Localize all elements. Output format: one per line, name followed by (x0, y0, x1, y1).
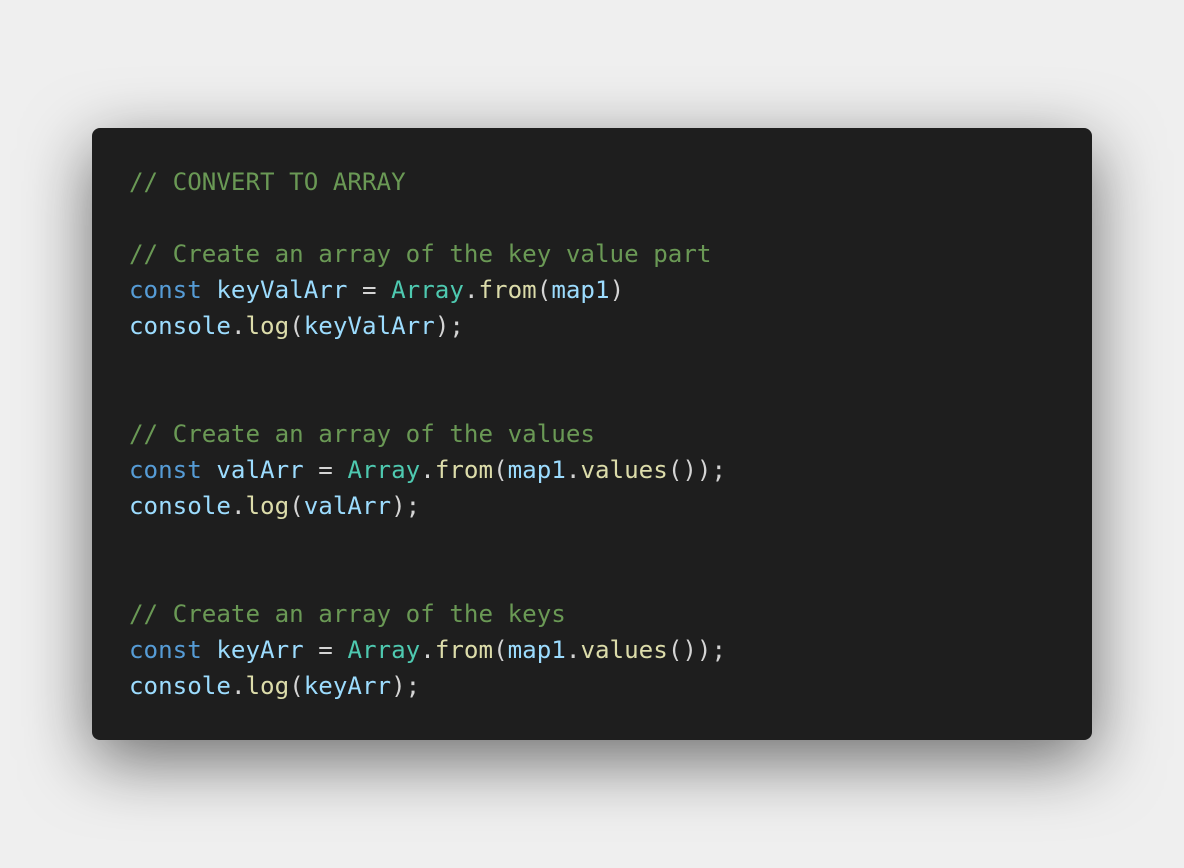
code-token-punct: ); (391, 672, 421, 700)
code-token-punct: ); (434, 312, 464, 340)
code-token-function: log (245, 672, 290, 700)
code-token-function: log (245, 312, 290, 340)
code-token-function: from (478, 276, 537, 304)
code-token-function: from (434, 636, 494, 664)
code-token-punct: . (565, 636, 581, 664)
code-line: console.log(valArr); (129, 488, 1092, 524)
code-token-comment: // Create an array of the keys (129, 600, 566, 628)
code-token-keyword: const (129, 276, 202, 304)
code-token-variable: keyArr (303, 672, 392, 700)
code-token-punct: = (303, 636, 348, 664)
code-token-keyword: const (129, 636, 202, 664)
code-snippet-window: // CONVERT TO ARRAY // Create an array of… (92, 128, 1092, 740)
code-token-punct: ( (493, 456, 508, 484)
code-token-punct: . (420, 456, 435, 484)
code-token-variable: valArr (303, 492, 392, 520)
code-token-punct: . (420, 636, 435, 664)
code-token-variable: valArr (216, 456, 304, 484)
code-line: console.log(keyValArr); (129, 308, 1092, 344)
code-token-punct: ()); (667, 636, 727, 664)
code-token-punct (202, 636, 217, 664)
code-line: // Create an array of the key value part (129, 236, 1092, 272)
empty-code-line (129, 524, 1092, 560)
code-token-comment: // CONVERT TO ARRAY (129, 168, 406, 196)
empty-code-line (129, 380, 1092, 416)
code-token-punct: ); (391, 492, 421, 520)
code-token-comment: // Create an array of the values (129, 420, 595, 448)
code-token-variable: map1 (551, 276, 610, 304)
code-token-punct: ( (289, 672, 304, 700)
code-token-class: Array (391, 276, 464, 304)
code-token-punct: ) (609, 276, 625, 304)
code-token-variable: keyValArr (216, 276, 348, 304)
code-line: const keyValArr = Array.from(map1) (129, 272, 1092, 308)
code-token-punct: . (565, 456, 581, 484)
code-line: // Create an array of the values (129, 416, 1092, 452)
code-token-variable: console (129, 672, 231, 700)
code-token-variable: map1 (507, 456, 566, 484)
code-token-variable: console (129, 312, 231, 340)
code-token-variable: map1 (507, 636, 566, 664)
code-token-function: log (245, 492, 290, 520)
code-token-punct: ()); (667, 456, 727, 484)
code-token-punct: = (303, 456, 348, 484)
code-token-function: values (580, 636, 668, 664)
code-token-function: values (580, 456, 668, 484)
code-token-punct (202, 456, 217, 484)
empty-code-line (129, 560, 1092, 596)
code-line: const valArr = Array.from(map1.values())… (129, 452, 1092, 488)
code-token-punct: . (230, 672, 246, 700)
code-line: const keyArr = Array.from(map1.values())… (129, 632, 1092, 668)
code-token-keyword: const (129, 456, 202, 484)
code-line: // CONVERT TO ARRAY (129, 164, 1092, 200)
code-token-variable: keyArr (216, 636, 304, 664)
code-line: console.log(keyArr); (129, 668, 1092, 704)
empty-code-line (129, 200, 1092, 236)
code-token-variable: keyValArr (303, 312, 435, 340)
code-token-punct: . (463, 276, 479, 304)
code-token-class: Array (347, 636, 421, 664)
code-token-punct: ( (289, 492, 304, 520)
code-line: // Create an array of the keys (129, 596, 1092, 632)
code-token-punct: = (347, 276, 392, 304)
code-token-function: from (434, 456, 494, 484)
code-token-punct: ( (536, 276, 552, 304)
code-token-punct (202, 276, 217, 304)
code-token-variable: console (129, 492, 231, 520)
code-block: // CONVERT TO ARRAY // Create an array of… (129, 164, 1092, 704)
code-token-punct: . (230, 492, 246, 520)
code-token-class: Array (347, 456, 421, 484)
code-token-punct: ( (493, 636, 508, 664)
code-token-punct: . (230, 312, 246, 340)
empty-code-line (129, 344, 1092, 380)
code-token-punct: ( (289, 312, 304, 340)
code-token-comment: // Create an array of the key value part (129, 240, 712, 268)
